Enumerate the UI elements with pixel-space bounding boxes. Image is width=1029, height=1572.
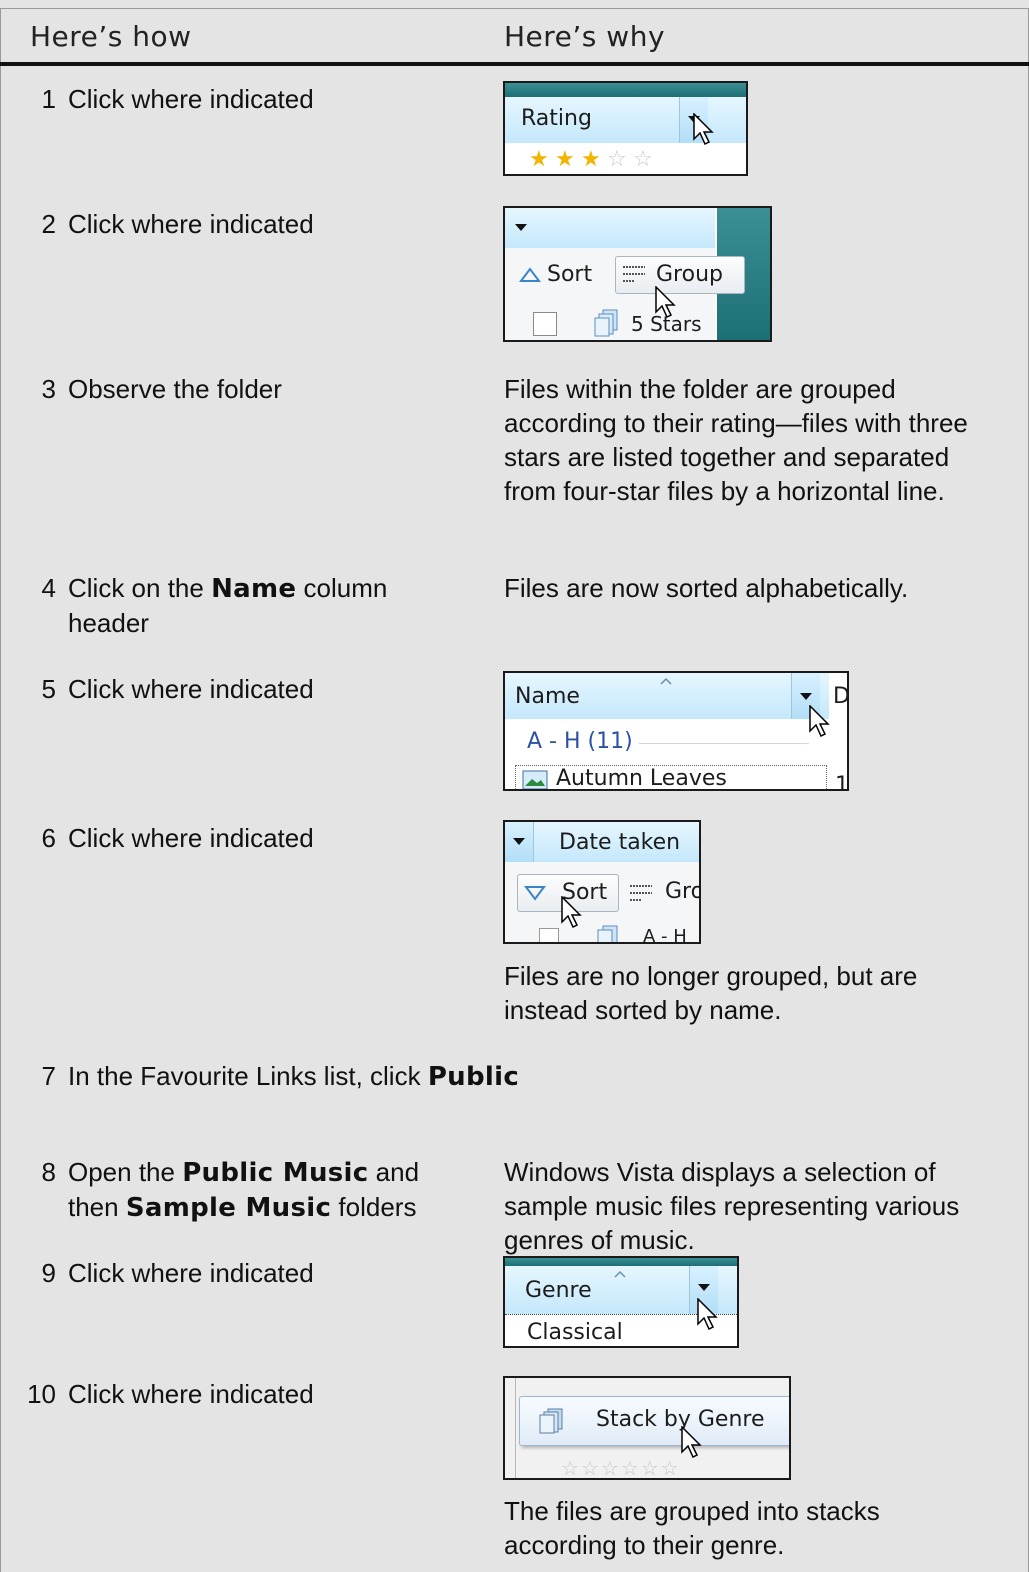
step-number: 5	[41, 674, 56, 704]
step-instruction: Click where indicated	[68, 1258, 314, 1288]
column-dropdown-button[interactable]	[505, 822, 534, 862]
chevron-down-icon	[800, 693, 812, 700]
heres-why-heading: Here’s why	[504, 20, 666, 53]
group-button-label[interactable]: Gro	[665, 879, 699, 904]
star-empty-icon: ☆	[620, 1456, 641, 1480]
step-instruction: Click where indicated	[68, 1379, 314, 1409]
name-column-header[interactable]: Name	[505, 673, 829, 719]
star-empty-icon: ☆	[640, 1456, 661, 1480]
step-instruction: Click where indicated	[68, 823, 314, 853]
mouse-pointer-icon	[809, 705, 830, 738]
step-explanation: Windows Vista displays a selection of sa…	[504, 1157, 960, 1255]
image-file-icon	[522, 770, 548, 789]
sort-group-screenshot: Sort Group 5 Stars	[503, 206, 772, 342]
sort-ascending-icon	[519, 267, 541, 282]
checkbox[interactable]	[539, 928, 559, 942]
file-name: Autumn Leaves	[556, 766, 727, 791]
public-music-label: Public Music	[182, 1158, 369, 1188]
star-empty-icon: ☆	[660, 1456, 681, 1480]
group-header[interactable]: A - H (11)	[527, 729, 633, 754]
sort-descending-icon	[524, 886, 546, 901]
step-number: 4	[41, 573, 56, 603]
stack-icon	[539, 1408, 563, 1434]
group-icon	[630, 885, 652, 901]
chevron-down-icon	[698, 1284, 710, 1291]
step-instruction: In the Favourite Links list, click Publi…	[68, 1061, 520, 1092]
group-button-label: Group	[656, 262, 723, 287]
mouse-pointer-icon	[681, 1426, 702, 1459]
mouse-pointer-icon	[697, 1298, 718, 1331]
group-icon	[623, 266, 645, 282]
public-label: Public	[427, 1062, 520, 1092]
stack-by-genre-menu-item[interactable]: Stack by Genre	[519, 1396, 789, 1446]
frame-left-border	[0, 8, 1, 1572]
name-column-label: Name	[515, 684, 580, 709]
chevron-down-icon	[513, 838, 525, 845]
step-number: 9	[41, 1258, 56, 1288]
star-empty-icon: ☆	[607, 147, 627, 172]
genre-column-label: Genre	[525, 1278, 592, 1303]
star-rating: ☆☆☆☆☆☆	[561, 1456, 681, 1480]
star-empty-icon: ☆	[600, 1456, 621, 1480]
date-taken-column-header[interactable]: Date taken	[505, 822, 699, 862]
step-instruction: Click where indicated	[68, 209, 314, 239]
step-number: 2	[41, 209, 56, 239]
star-filled-icon: ★	[529, 147, 549, 172]
star-filled-icon: ★	[555, 147, 575, 172]
file-row[interactable]: Autumn Leaves	[515, 765, 827, 791]
next-column-value: 1	[835, 773, 849, 791]
genre-column-screenshot: Genre Classical	[503, 1256, 739, 1348]
step-instruction: Click where indicated	[68, 84, 314, 114]
step-number: 1	[41, 84, 56, 114]
step-explanation: The files are grouped into stacks accord…	[504, 1496, 880, 1560]
step-number: 6	[41, 823, 56, 853]
sample-music-label: Sample Music	[125, 1193, 332, 1223]
group-button[interactable]: Group	[615, 256, 745, 294]
rating-column-label: Rating	[521, 106, 592, 131]
star-empty-icon: ☆	[561, 1456, 581, 1480]
stack-by-genre-screenshot: Stack by Genre ☆☆☆☆☆☆	[503, 1376, 791, 1480]
step-explanation: Files are now sorted alphabetically.	[504, 573, 909, 603]
step-number: 8	[41, 1157, 56, 1187]
checkbox[interactable]	[533, 312, 557, 336]
step-instruction: Open the Public Music and then Sample Mu…	[68, 1157, 420, 1223]
mouse-pointer-icon	[561, 896, 582, 929]
name-label: Name	[211, 574, 297, 604]
sort-indicator-icon	[614, 1270, 626, 1278]
stack-icon	[597, 925, 618, 942]
genre-group-label: Classical	[527, 1320, 623, 1345]
mouse-pointer-icon	[655, 286, 676, 319]
date-taken-label: Date taken	[559, 830, 681, 855]
step-explanation: Files are no longer grouped, but are ins…	[504, 961, 918, 1025]
step-instruction: Observe the folder	[68, 374, 282, 404]
group-item-label: A - H	[643, 926, 687, 944]
step-explanation: Files within the folder are grouped acco…	[504, 374, 968, 506]
heres-how-heading: Here’s how	[30, 20, 192, 53]
name-column-screenshot: Name D A - H (11) Autumn Leaves 1	[503, 671, 849, 791]
step-number: 3	[41, 374, 56, 404]
rating-column-screenshot: Rating ★ ★ ★ ☆ ☆	[503, 81, 748, 176]
frame-top-border	[0, 8, 1029, 9]
step-number: 7	[41, 1061, 56, 1091]
chevron-down-icon	[515, 224, 527, 231]
star-empty-icon: ☆	[580, 1456, 601, 1480]
stack-icon	[594, 309, 618, 337]
next-column-label: D	[833, 684, 849, 709]
header-rule	[0, 62, 1029, 66]
star-filled-icon: ★	[581, 147, 601, 172]
step-instruction: Click on the Name column header	[68, 573, 388, 638]
sort-indicator-icon	[660, 677, 672, 685]
mouse-pointer-icon	[693, 113, 714, 146]
date-taken-screenshot: Date taken Sort Gro A - H	[503, 820, 701, 944]
sort-button[interactable]: Sort	[547, 262, 592, 287]
step-instruction: Click where indicated	[68, 674, 314, 704]
star-empty-icon: ☆	[633, 147, 653, 172]
page-frame: Here’s how Here’s why 1 Click where indi…	[0, 0, 1029, 1572]
step-number: 10	[27, 1379, 56, 1409]
